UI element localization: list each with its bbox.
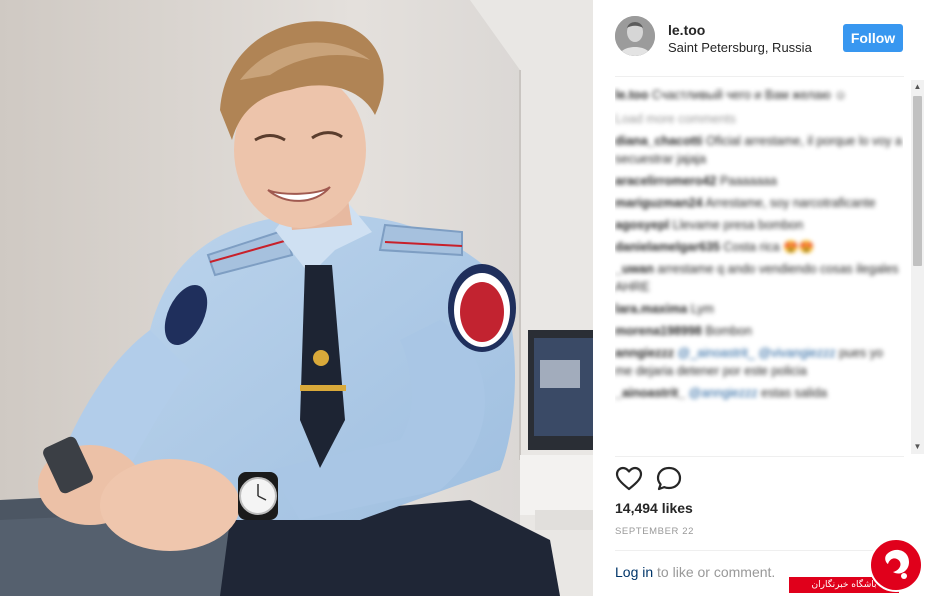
- comment-username[interactable]: _ainoastrit_: [615, 386, 685, 400]
- scroll-up-arrow-icon[interactable]: ▲: [911, 80, 924, 94]
- comment: danielamelgar635 Costa rica 😍😍: [615, 238, 903, 256]
- speech-bubble-icon[interactable]: [655, 465, 683, 493]
- comment: mariguzman24 Arrestame, soy narcotrafica…: [615, 194, 903, 212]
- avatar-image: [615, 16, 655, 56]
- comment: agosyepl Llevame presa bombon: [615, 216, 903, 234]
- comment-text: Bombon: [705, 324, 752, 338]
- comment-text: Arrestame, soy narcotraficante: [705, 196, 876, 210]
- login-prompt: Log in to like or comment.: [615, 564, 775, 580]
- comment-username[interactable]: diana_chacotti: [615, 134, 703, 148]
- watermark: باشگاه خبرنگاران: [789, 536, 926, 596]
- caption-text: Счастливый чего и Вам желаю ☺: [651, 88, 847, 102]
- comment-username[interactable]: danielamelgar635: [615, 240, 720, 254]
- comment-text: arrestame q ando vendiendo cosas ilegale…: [615, 262, 899, 294]
- comment: lara.maxima Lym: [615, 300, 903, 318]
- follow-button[interactable]: Follow: [843, 24, 903, 52]
- divider: [615, 456, 904, 457]
- username[interactable]: le.too: [668, 22, 705, 38]
- comment: _uwan arrestame q ando vendiendo cosas i…: [615, 260, 903, 296]
- comment-mention[interactable]: @anngiezzz: [689, 386, 758, 400]
- comment-text: Llevame presa bombon: [672, 218, 804, 232]
- comment-text: Costa rica 😍😍: [723, 240, 815, 254]
- comment-text: Paaaaaaa: [719, 174, 777, 188]
- scrollbar-thumb[interactable]: [913, 96, 922, 266]
- comment: _ainoastrit_ @anngiezzz estas salida: [615, 384, 903, 402]
- comment-username[interactable]: anngiezzz: [615, 346, 674, 360]
- post-sidebar: le.too Saint Petersburg, Russia Follow l…: [593, 0, 926, 596]
- comment-mention[interactable]: @_ainoastrit_ @vivangiezzz: [678, 346, 836, 360]
- divider: [615, 76, 904, 77]
- comment-text: estas salida: [761, 386, 828, 400]
- photo-illustration: [0, 0, 593, 596]
- post-date[interactable]: SEPTEMBER 22: [615, 526, 694, 537]
- login-link[interactable]: Log in: [615, 564, 653, 580]
- comment: aracelirromero42 Paaaaaaa: [615, 172, 903, 190]
- comment: morena198998 Bombon: [615, 322, 903, 340]
- avatar[interactable]: [615, 16, 655, 56]
- caption-username[interactable]: le.too: [615, 88, 648, 102]
- comment: anngiezzz @_ainoastrit_ @vivangiezzz pue…: [615, 344, 903, 380]
- comment-text: Lym: [690, 302, 714, 316]
- comment-username[interactable]: lara.maxima: [615, 302, 687, 316]
- heart-outline-icon[interactable]: [615, 465, 643, 493]
- comments-scrollbar[interactable]: ▲ ▼: [911, 80, 924, 454]
- comment-username[interactable]: morena198998: [615, 324, 702, 338]
- comment: diana_chacotti Oficial arrestame, il por…: [615, 132, 903, 168]
- login-prompt-text: to like or comment.: [653, 564, 776, 580]
- comment-username[interactable]: _uwan: [615, 262, 654, 276]
- comment-username[interactable]: aracelirromero42: [615, 174, 716, 188]
- post-photo[interactable]: [0, 0, 593, 596]
- scroll-down-arrow-icon[interactable]: ▼: [911, 440, 924, 454]
- post-header: le.too Saint Petersburg, Russia Follow: [593, 0, 926, 76]
- comments-list: le.too Счастливый чего и Вам желаю ☺ Loa…: [615, 86, 903, 456]
- news-agency-logo-icon: [869, 538, 923, 592]
- comment-username[interactable]: agosyepl: [615, 218, 669, 232]
- comment-username[interactable]: mariguzman24: [615, 196, 703, 210]
- caption: le.too Счастливый чего и Вам желаю ☺: [615, 86, 903, 104]
- load-more-comments[interactable]: Load more comments: [615, 110, 903, 128]
- likes-count[interactable]: 14,494 likes: [615, 500, 693, 516]
- location[interactable]: Saint Petersburg, Russia: [668, 40, 812, 55]
